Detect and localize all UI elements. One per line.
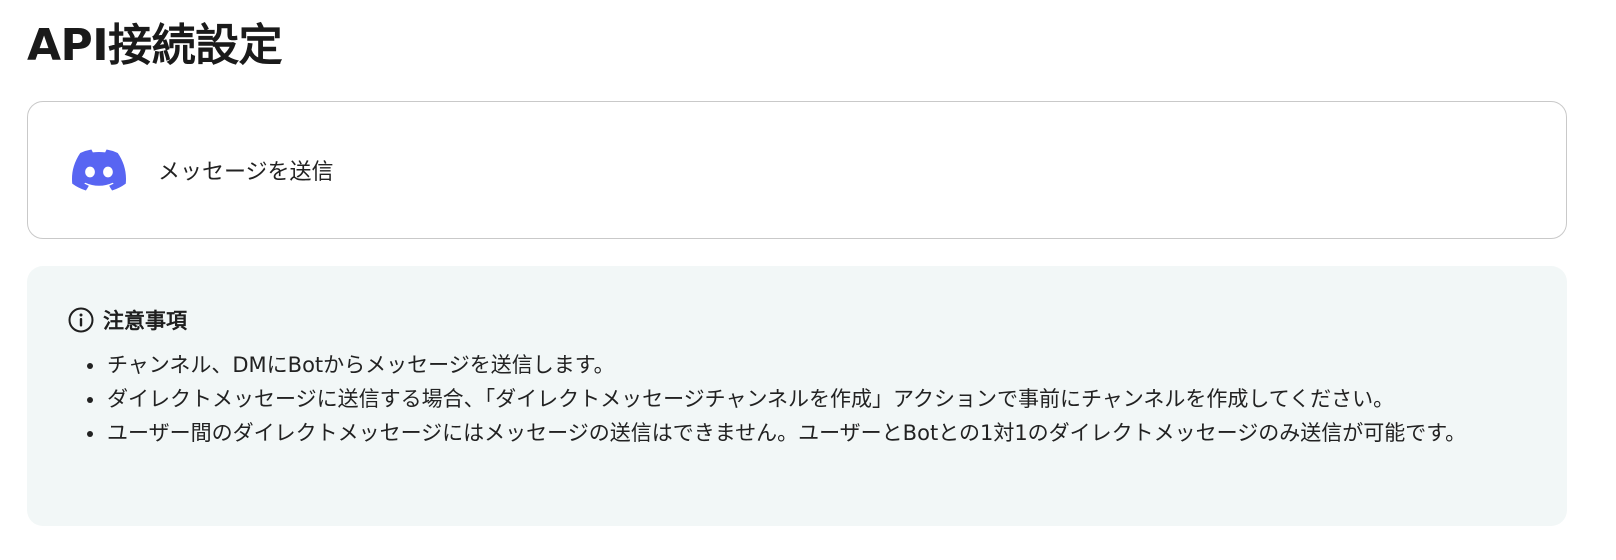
- notice-item: チャンネル、DMにBotからメッセージを送信します。: [87, 348, 1527, 382]
- notice-list: チャンネル、DMにBotからメッセージを送信します。 ダイレクトメッセージに送信…: [67, 348, 1527, 450]
- notice-header: 注意事項: [67, 304, 1527, 336]
- notice-item: ダイレクトメッセージに送信する場合、「ダイレクトメッセージチャンネルを作成」アク…: [87, 382, 1527, 416]
- notice-title: 注意事項: [103, 309, 187, 333]
- send-message-action-card[interactable]: メッセージを送信: [27, 101, 1567, 239]
- page-title: API接続設定: [27, 20, 283, 71]
- notice-item: ユーザー間のダイレクトメッセージにはメッセージの送信はできません。ユーザーとBo…: [87, 416, 1527, 450]
- notice-panel: 注意事項 チャンネル、DMにBotからメッセージを送信します。 ダイレクトメッセ…: [27, 266, 1567, 526]
- info-circle-icon: [67, 306, 95, 334]
- discord-icon: [72, 149, 126, 191]
- send-message-label: メッセージを送信: [158, 160, 334, 185]
